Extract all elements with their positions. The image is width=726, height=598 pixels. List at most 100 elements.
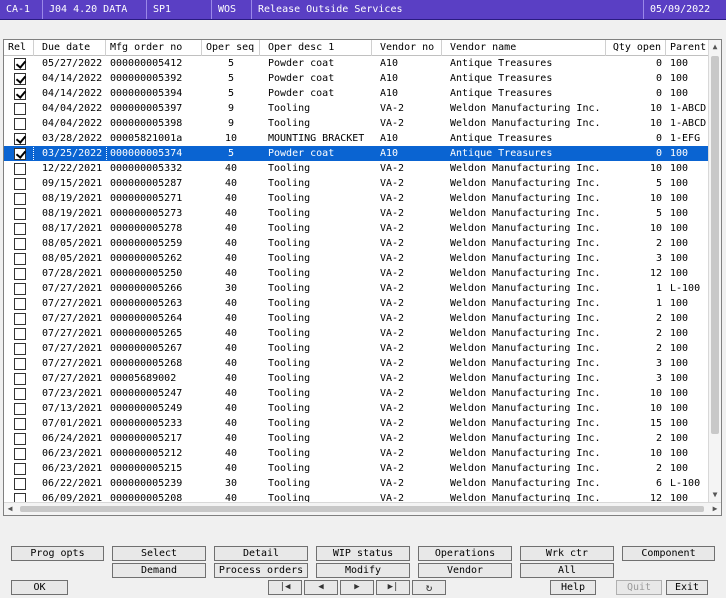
table-row[interactable]: 06/24/2021 000000005217 40 Tooling VA-2 Weldo… bbox=[4, 431, 710, 446]
release-checkbox[interactable] bbox=[14, 418, 26, 430]
release-checkbox[interactable] bbox=[14, 343, 26, 355]
release-checkbox[interactable] bbox=[14, 193, 26, 205]
quit-button[interactable]: Quit bbox=[616, 580, 662, 595]
scroll-up-icon[interactable]: ▲ bbox=[709, 40, 721, 54]
table-row[interactable]: 07/27/2021 000000005265 40 Tooling VA-2 Weldo… bbox=[4, 326, 710, 341]
release-checkbox[interactable] bbox=[14, 253, 26, 265]
table-row[interactable]: 04/14/2022 000000005392 5 Powder coat A10 Ant… bbox=[4, 71, 710, 86]
release-checkbox[interactable] bbox=[14, 268, 26, 280]
release-checkbox[interactable] bbox=[14, 433, 26, 445]
table-row[interactable]: 06/23/2021 000000005212 40 Tooling VA-2 Weldo… bbox=[4, 446, 710, 461]
first-record-icon[interactable]: |◀ bbox=[268, 580, 302, 595]
table-row[interactable]: 07/27/2021 00005689002 40 Tooling VA-2 Weldon… bbox=[4, 371, 710, 386]
prog-opts-button[interactable]: Prog opts bbox=[11, 546, 104, 561]
col-header-mfg-order[interactable]: Mfg order no bbox=[106, 40, 202, 56]
vertical-scrollbar[interactable]: ▲ ▼ bbox=[708, 40, 721, 502]
table-row[interactable]: 03/25/2022 000000005374 5 Powder coat A10 Ant… bbox=[4, 145, 710, 162]
vendor-button[interactable]: Vendor bbox=[418, 563, 512, 578]
wrk-ctr-button[interactable]: Wrk ctr bbox=[520, 546, 614, 561]
table-row[interactable]: 07/27/2021 000000005263 40 Tooling VA-2 Weldo… bbox=[4, 296, 710, 311]
col-header-vendor-name[interactable]: Vendor name bbox=[442, 40, 606, 56]
ok-button[interactable]: OK bbox=[11, 580, 68, 595]
table-row[interactable]: 08/19/2021 000000005271 40 Tooling VA-2 Weldo… bbox=[4, 191, 710, 206]
release-checkbox[interactable] bbox=[14, 448, 26, 460]
refresh-icon[interactable]: ↻ bbox=[412, 580, 446, 595]
horizontal-scroll-thumb[interactable] bbox=[20, 506, 704, 512]
select-button[interactable]: Select bbox=[112, 546, 206, 561]
release-checkbox[interactable] bbox=[14, 478, 26, 490]
release-checkbox[interactable] bbox=[14, 73, 26, 85]
process-orders-button[interactable]: Process orders bbox=[214, 563, 308, 578]
table-row[interactable]: 07/01/2021 000000005233 40 Tooling VA-2 Weldo… bbox=[4, 416, 710, 431]
release-checkbox[interactable] bbox=[14, 358, 26, 370]
operations-button[interactable]: Operations bbox=[418, 546, 512, 561]
table-row[interactable]: 05/27/2022 000000005412 5 Powder coat A10 Ant… bbox=[4, 56, 710, 71]
table-row[interactable]: 04/04/2022 000000005398 9 Tooling VA-2 Weldon… bbox=[4, 116, 710, 131]
release-checkbox[interactable] bbox=[14, 238, 26, 250]
release-checkbox[interactable] bbox=[14, 403, 26, 415]
orders-grid[interactable]: Rel Due date Mfg order no Oper seq Oper … bbox=[3, 39, 722, 516]
table-row[interactable]: 09/15/2021 000000005287 40 Tooling VA-2 Weldo… bbox=[4, 176, 710, 191]
table-row[interactable]: 06/22/2021 000000005239 30 Tooling VA-2 Weldo… bbox=[4, 476, 710, 491]
table-row[interactable]: 04/04/2022 000000005397 9 Tooling VA-2 Weldon… bbox=[4, 101, 710, 116]
modify-button[interactable]: Modify bbox=[316, 563, 410, 578]
all-button[interactable]: All bbox=[520, 563, 614, 578]
wip-status-button[interactable]: WIP status bbox=[316, 546, 410, 561]
release-checkbox[interactable] bbox=[14, 133, 26, 145]
table-row[interactable]: 07/28/2021 000000005250 40 Tooling VA-2 Weldo… bbox=[4, 266, 710, 281]
release-checkbox[interactable] bbox=[14, 463, 26, 475]
help-button[interactable]: Help bbox=[550, 580, 596, 595]
col-header-rel[interactable]: Rel bbox=[4, 40, 34, 56]
table-row[interactable]: 07/27/2021 000000005267 40 Tooling VA-2 Weldo… bbox=[4, 341, 710, 356]
table-row[interactable]: 04/14/2022 000000005394 5 Powder coat A10 Ant… bbox=[4, 86, 710, 101]
component-button[interactable]: Component bbox=[622, 546, 715, 561]
release-checkbox[interactable] bbox=[14, 388, 26, 400]
release-checkbox[interactable] bbox=[14, 163, 26, 175]
table-row[interactable]: 06/23/2021 000000005215 40 Tooling VA-2 Weldo… bbox=[4, 461, 710, 476]
table-row[interactable]: 08/05/2021 000000005262 40 Tooling VA-2 Weldo… bbox=[4, 251, 710, 266]
scroll-right-icon[interactable]: ▶ bbox=[709, 503, 721, 515]
horizontal-scrollbar[interactable]: ◀ ▶ bbox=[4, 502, 721, 515]
release-checkbox[interactable] bbox=[14, 103, 26, 115]
release-checkbox[interactable] bbox=[14, 148, 26, 160]
release-checkbox[interactable] bbox=[14, 373, 26, 385]
exit-button[interactable]: Exit bbox=[666, 580, 708, 595]
release-checkbox[interactable] bbox=[14, 178, 26, 190]
previous-record-icon[interactable]: ◀ bbox=[304, 580, 338, 595]
table-row[interactable]: 08/19/2021 000000005273 40 Tooling VA-2 Weldo… bbox=[4, 206, 710, 221]
release-checkbox[interactable] bbox=[14, 118, 26, 130]
release-checkbox[interactable] bbox=[14, 208, 26, 220]
table-row[interactable]: 07/27/2021 000000005266 30 Tooling VA-2 Weldo… bbox=[4, 281, 710, 296]
col-header-oper-seq[interactable]: Oper seq bbox=[202, 40, 260, 56]
table-row[interactable]: 07/27/2021 000000005268 40 Tooling VA-2 Weldo… bbox=[4, 356, 710, 371]
col-header-qty-open[interactable]: Qty open bbox=[606, 40, 666, 56]
next-record-icon[interactable]: ▶ bbox=[340, 580, 374, 595]
table-row[interactable]: 03/28/2022 00005821001a 10 MOUNTING BRACKET… bbox=[4, 131, 710, 146]
vertical-scroll-thumb[interactable] bbox=[711, 56, 719, 434]
col-header-vendor-no[interactable]: Vendor no bbox=[372, 40, 442, 56]
release-checkbox[interactable] bbox=[14, 283, 26, 295]
release-checkbox[interactable] bbox=[14, 298, 26, 310]
demand-button[interactable]: Demand bbox=[112, 563, 206, 578]
table-row[interactable]: 07/27/2021 000000005264 40 Tooling VA-2 Weldo… bbox=[4, 311, 710, 326]
scroll-left-icon[interactable]: ◀ bbox=[4, 503, 16, 515]
col-header-due-date[interactable]: Due date bbox=[34, 40, 106, 56]
col-header-oper-desc[interactable]: Oper desc 1 bbox=[260, 40, 372, 56]
release-checkbox[interactable] bbox=[14, 223, 26, 235]
col-header-parent[interactable]: Parent bbox=[666, 40, 710, 56]
release-checkbox[interactable] bbox=[14, 88, 26, 100]
release-checkbox[interactable] bbox=[14, 328, 26, 340]
table-row[interactable]: 08/17/2021 000000005278 40 Tooling VA-2 Weldo… bbox=[4, 221, 710, 236]
last-record-icon[interactable]: ▶| bbox=[376, 580, 410, 595]
table-row[interactable]: 08/05/2021 000000005259 40 Tooling VA-2 Weldo… bbox=[4, 236, 710, 251]
release-checkbox[interactable] bbox=[14, 313, 26, 325]
detail-button[interactable]: Detail bbox=[214, 546, 308, 561]
release-checkbox[interactable] bbox=[14, 58, 26, 70]
table-row[interactable]: 12/22/2021 000000005332 40 Tooling VA-2 Weldo… bbox=[4, 161, 710, 176]
table-row[interactable]: 07/13/2021 000000005249 40 Tooling VA-2 Weldo… bbox=[4, 401, 710, 416]
qty-open-cell: 10 bbox=[649, 193, 662, 204]
release-checkbox[interactable] bbox=[14, 493, 26, 502]
scroll-down-icon[interactable]: ▼ bbox=[709, 488, 721, 502]
table-row[interactable]: 06/09/2021 000000005208 40 Tooling VA-2 Weldo… bbox=[4, 491, 710, 502]
table-row[interactable]: 07/23/2021 000000005247 40 Tooling VA-2 Weldo… bbox=[4, 386, 710, 401]
